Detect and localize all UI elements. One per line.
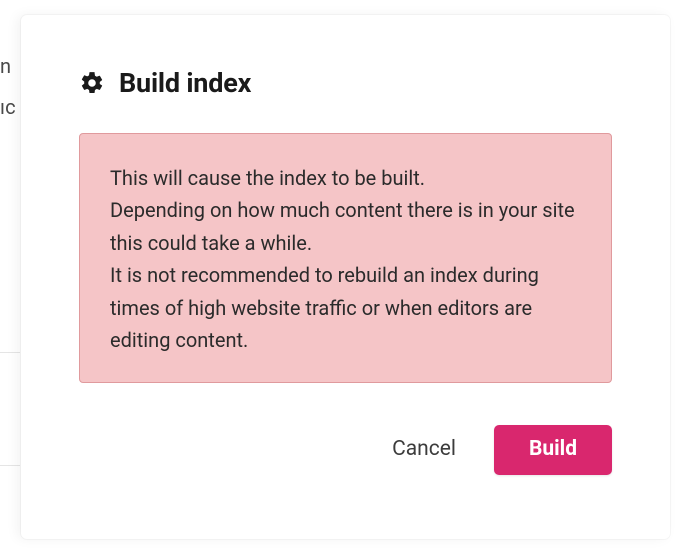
cancel-button[interactable]: Cancel bbox=[384, 425, 464, 474]
dialog-actions: Cancel Build bbox=[79, 425, 612, 474]
build-button[interactable]: Build bbox=[494, 425, 612, 474]
warning-line: This will cause the index to be built. bbox=[110, 166, 425, 190]
background-divider bbox=[0, 352, 20, 353]
gear-icon bbox=[79, 70, 105, 96]
warning-line: Depending on how much content there is i… bbox=[110, 198, 575, 254]
warning-message: This will cause the index to be built. D… bbox=[79, 133, 612, 383]
dialog-header: Build index bbox=[79, 67, 612, 99]
dialog-title: Build index bbox=[119, 67, 251, 99]
warning-line: It is not recommended to rebuild an inde… bbox=[110, 263, 539, 352]
background-text-fragment: n bbox=[0, 54, 11, 78]
build-index-dialog: Build index This will cause the index to… bbox=[21, 15, 670, 539]
background-text-fragment: ıc bbox=[0, 95, 16, 119]
background-divider bbox=[0, 465, 20, 466]
